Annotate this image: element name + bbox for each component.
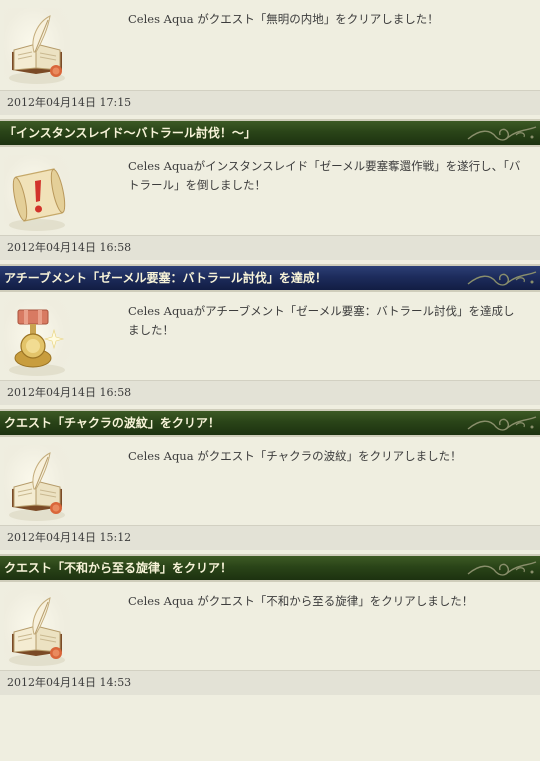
entry-header: 「インスタンスレイド～バトラール討伐！～」 [0, 119, 540, 147]
open-book-quill-icon [4, 445, 70, 525]
entry-header: クエスト「不和から至る旋律」をクリア！ [0, 554, 540, 582]
entry-title: クエスト「チャクラの波紋」をクリア！ [4, 416, 220, 430]
activity-feed: Celes Aqua がクエスト「無明の内地」をクリアしました！ 2012年04… [0, 0, 540, 695]
entry-timestamp: 2012年04月14日 16:58 [0, 380, 540, 405]
open-book-quill-icon [4, 590, 70, 670]
entry-timestamp: 2012年04月14日 17:15 [0, 90, 540, 115]
entry-body: Celes Aqua がクエスト「不和から至る旋律」をクリアしました！ [0, 582, 540, 670]
activity-entry: 「インスタンスレイド～バトラール討伐！～」 Celes Aquaがインスタンスレ… [0, 119, 540, 260]
entry-timestamp: 2012年04月14日 14:53 [0, 670, 540, 695]
entry-body: Celes Aquaがインスタンスレイド「ゼーメル要塞奪還作戦」を遂行し、「バト… [0, 147, 540, 235]
open-book-quill-icon [4, 8, 70, 88]
medal-icon [4, 300, 70, 380]
entry-message: Celes Aquaがアチーブメント「ゼーメル要塞：バトラール討伐」を達成しまし… [128, 304, 515, 337]
flourish-ornament-icon [466, 268, 538, 288]
entry-message: Celes Aqua がクエスト「不和から至る旋律」をクリアしました！ [128, 594, 474, 608]
activity-entry: クエスト「チャクラの波紋」をクリア！ Celes Aqua がクエスト「チャクラ… [0, 409, 540, 550]
entry-body: Celes Aquaがアチーブメント「ゼーメル要塞：バトラール討伐」を達成しまし… [0, 292, 540, 380]
entry-title: アチーブメント「ゼーメル要塞：バトラール討伐」を達成！ [4, 271, 327, 285]
entry-timestamp: 2012年04月14日 15:12 [0, 525, 540, 550]
entry-body: Celes Aqua がクエスト「無明の内地」をクリアしました！ [0, 0, 540, 90]
flourish-ornament-icon [466, 123, 538, 143]
activity-entry: クエスト「不和から至る旋律」をクリア！ Celes Aqua がクエスト「不和か… [0, 554, 540, 695]
entry-title: 「インスタンスレイド～バトラール討伐！～」 [4, 126, 256, 140]
entry-header: アチーブメント「ゼーメル要塞：バトラール討伐」を達成！ [0, 264, 540, 292]
entry-message: Celes Aqua がクエスト「チャクラの波紋」をクリアしました！ [128, 449, 462, 463]
entry-message: Celes Aqua がクエスト「無明の内地」をクリアしました！ [128, 12, 439, 26]
entry-body: Celes Aqua がクエスト「チャクラの波紋」をクリアしました！ [0, 437, 540, 525]
activity-entry: アチーブメント「ゼーメル要塞：バトラール討伐」を達成！ Celes Aquaがア… [0, 264, 540, 405]
activity-entry: Celes Aqua がクエスト「無明の内地」をクリアしました！ 2012年04… [0, 0, 540, 115]
entry-timestamp: 2012年04月14日 16:58 [0, 235, 540, 260]
entry-title: クエスト「不和から至る旋律」をクリア！ [4, 561, 233, 575]
entry-header: クエスト「チャクラの波紋」をクリア！ [0, 409, 540, 437]
flourish-ornament-icon [466, 558, 538, 578]
entry-message: Celes Aquaがインスタンスレイド「ゼーメル要塞奪還作戦」を遂行し、「バト… [128, 159, 521, 192]
scroll-exclamation-icon [4, 155, 70, 235]
flourish-ornament-icon [466, 413, 538, 433]
